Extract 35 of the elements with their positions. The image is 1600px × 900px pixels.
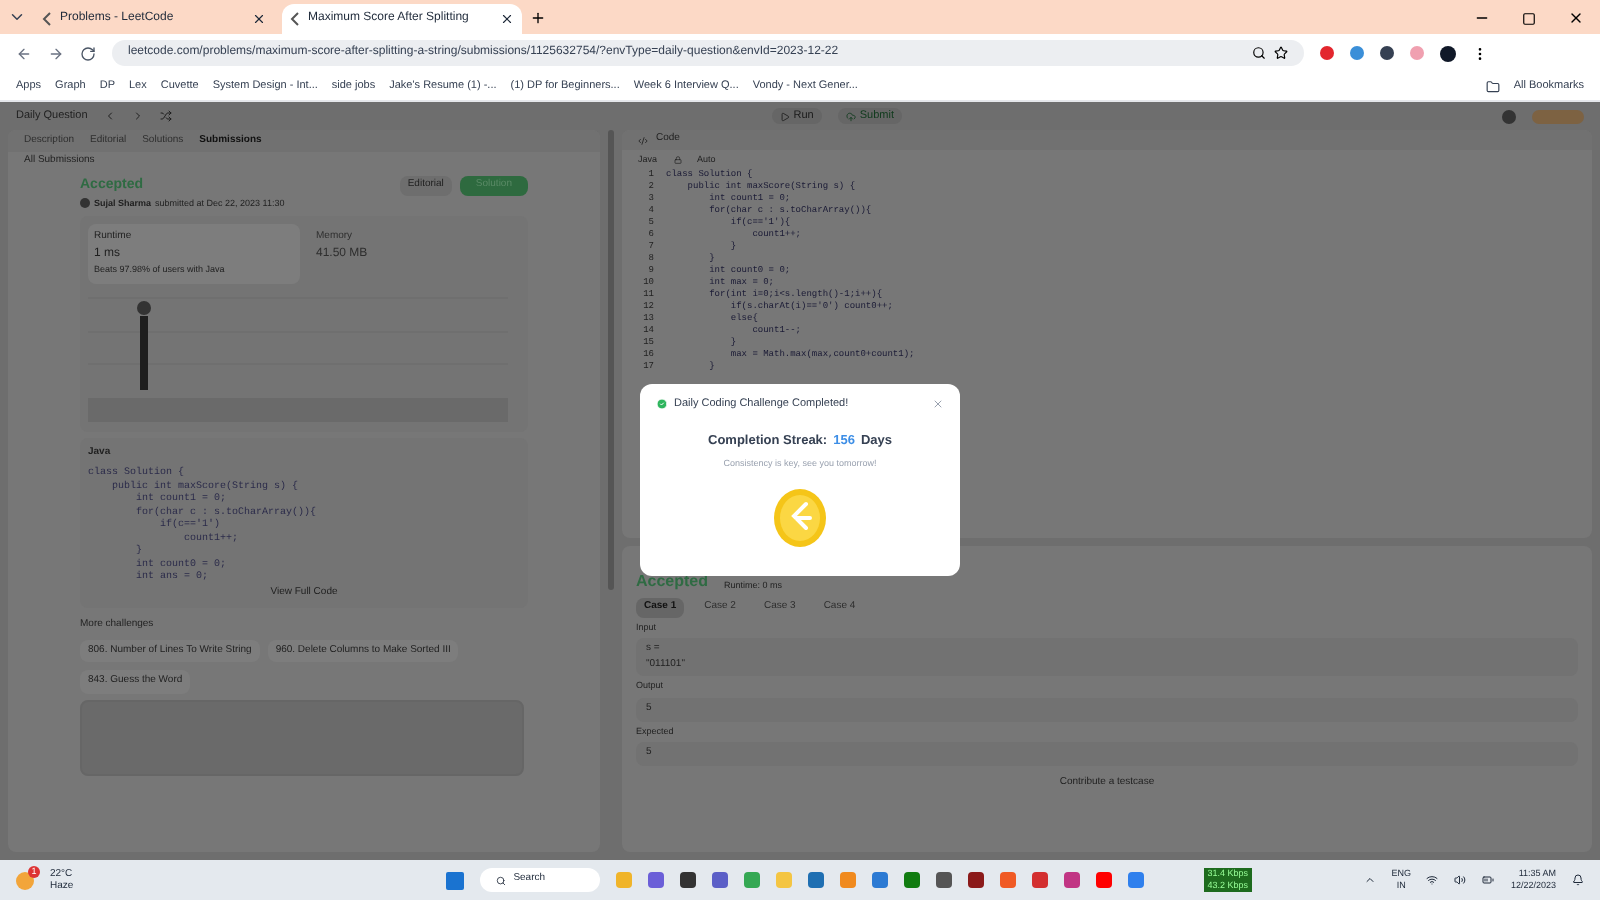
chevron-up-icon[interactable] <box>1363 874 1376 886</box>
user-avatar <box>137 300 151 314</box>
weather-icon[interactable] <box>16 871 34 889</box>
tab-search-icon[interactable] <box>8 8 26 26</box>
extension-icon[interactable] <box>1380 46 1394 60</box>
lock-icon <box>673 156 682 164</box>
folder-icon <box>1485 79 1500 93</box>
result-status: Accepted <box>636 570 709 594</box>
check-icon <box>656 398 668 411</box>
close-icon[interactable] <box>1568 10 1584 26</box>
close-icon[interactable] <box>252 12 266 26</box>
maximize-icon[interactable] <box>1522 12 1536 26</box>
reload-icon[interactable] <box>80 45 96 61</box>
volume-icon[interactable] <box>1454 874 1467 886</box>
user-avatar <box>80 198 90 209</box>
extension-icon[interactable] <box>1320 46 1334 60</box>
back-icon[interactable] <box>16 45 32 61</box>
battery-icon[interactable] <box>1482 874 1495 886</box>
wifi-icon[interactable] <box>1426 874 1439 886</box>
shuffle-icon[interactable] <box>159 110 172 122</box>
forward-icon[interactable] <box>48 45 64 61</box>
notification-icon[interactable] <box>1572 874 1584 886</box>
bookmark-star-icon[interactable] <box>1274 46 1288 60</box>
profile-avatar[interactable] <box>1440 45 1456 61</box>
upload-icon <box>845 111 856 121</box>
play-icon <box>779 111 790 121</box>
new-tab-icon[interactable] <box>530 10 546 26</box>
avatar[interactable] <box>1502 109 1516 123</box>
zoom-icon[interactable] <box>1252 46 1266 60</box>
start-icon[interactable] <box>445 871 464 889</box>
code-icon <box>638 135 648 145</box>
close-icon[interactable] <box>500 12 514 26</box>
search-icon <box>495 875 506 885</box>
distribution-bar <box>140 315 148 389</box>
coin-icon <box>772 487 828 548</box>
